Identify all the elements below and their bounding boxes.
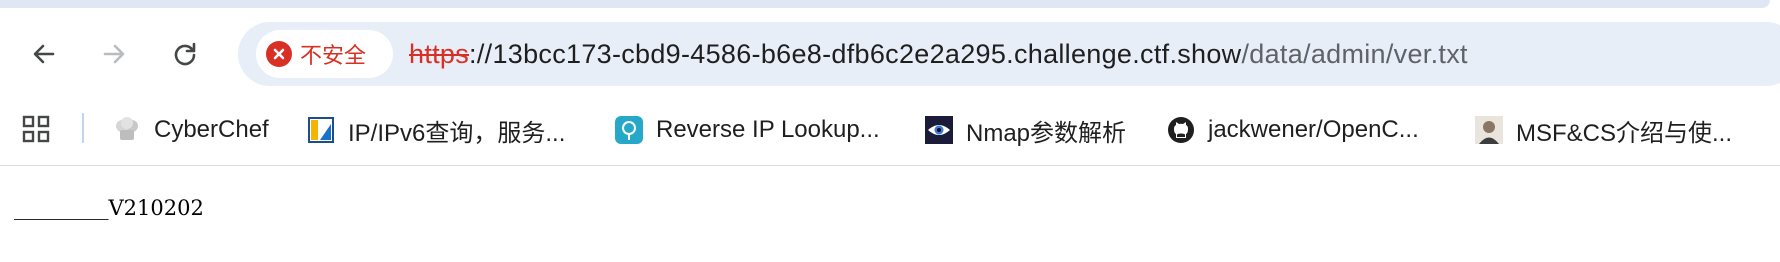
tab-strip-edge [0,0,1770,8]
bookmark-label: IP/IPv6查询，服务... [348,119,566,147]
back-button[interactable] [20,30,68,78]
apps-grid-icon[interactable] [22,115,50,147]
github-icon [1166,115,1196,145]
bookmark-label: Nmap参数解析 [966,119,1127,147]
eye-icon [924,115,954,145]
arrow-right-icon [103,44,125,64]
bookmark-reverse-ip[interactable]: Reverse IP Lookup... [614,107,880,153]
avatar-icon [1474,115,1504,145]
bookmark-ip-lookup[interactable]: IP/IPv6查询，服务... [306,107,565,153]
address-bar[interactable]: 不安全 https://13bcc173-cbd9-4586-b6e8-dfb6… [238,22,1780,86]
browser-toolbar: 不安全 https://13bcc173-cbd9-4586-b6e8-dfb6… [0,18,1780,90]
warning-x-icon [266,41,292,67]
arrow-left-icon [33,44,55,64]
url-path: /data/admin/ver.txt [1241,39,1468,69]
url-host: ://13bcc173-cbd9-4586-b6e8-dfb6c2e2a295.… [469,39,1242,69]
reload-button[interactable] [161,30,209,78]
ip-lookup-icon [306,115,336,145]
bookmark-cyberchef[interactable]: CyberChef [112,107,269,153]
bookmark-label: jackwener/OpenC... [1208,116,1419,143]
bookmark-msf-cs[interactable]: MSF&CS介绍与使... [1474,107,1732,153]
bookmark-label: Reverse IP Lookup... [656,116,880,143]
url-scheme: https [409,39,470,69]
window-top-strip [0,0,1780,10]
bookmark-github-openc[interactable]: jackwener/OpenC... [1166,107,1419,153]
forward-button[interactable] [90,30,138,78]
bookmarks-bar: CyberChef IP/IPv6查询，服务... Reverse IP Loo… [0,97,1780,166]
bookmark-nmap[interactable]: Nmap参数解析 [924,107,1126,153]
reload-icon [174,42,196,66]
bookmark-label: MSF&CS介绍与使... [1516,119,1733,147]
url-text[interactable]: https://13bcc173-cbd9-4586-b6e8-dfb6c2e2… [409,38,1468,70]
map-pin-icon [614,115,644,145]
page-text-content: _________V210202 [14,196,204,220]
security-indicator-chip[interactable]: 不安全 [256,30,393,78]
security-label: 不安全 [300,44,367,69]
bookmarks-separator [82,113,84,143]
bookmark-label: CyberChef [154,116,269,143]
chef-hat-icon [112,115,142,145]
